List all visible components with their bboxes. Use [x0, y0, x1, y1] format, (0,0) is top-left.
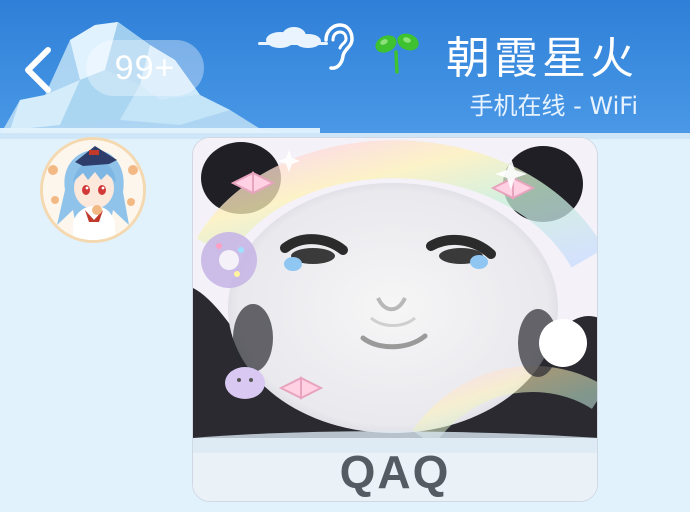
- chat-header: 99+ 朝霞星火 手机在线 - WiFi: [0, 0, 690, 133]
- sticker-message[interactable]: QAQ: [192, 137, 598, 502]
- chevron-left-icon[interactable]: [18, 44, 58, 96]
- ear-icon[interactable]: [318, 22, 354, 72]
- avatar-image: [43, 140, 143, 240]
- unread-count-badge[interactable]: 99+: [86, 40, 204, 96]
- sprout-icon: [375, 33, 419, 74]
- contact-status: 手机在线 - WiFi: [469, 92, 638, 120]
- contact-name: 朝霞星火: [446, 33, 638, 84]
- contact-avatar[interactable]: [40, 137, 146, 243]
- sticker-caption: QAQ: [339, 446, 451, 498]
